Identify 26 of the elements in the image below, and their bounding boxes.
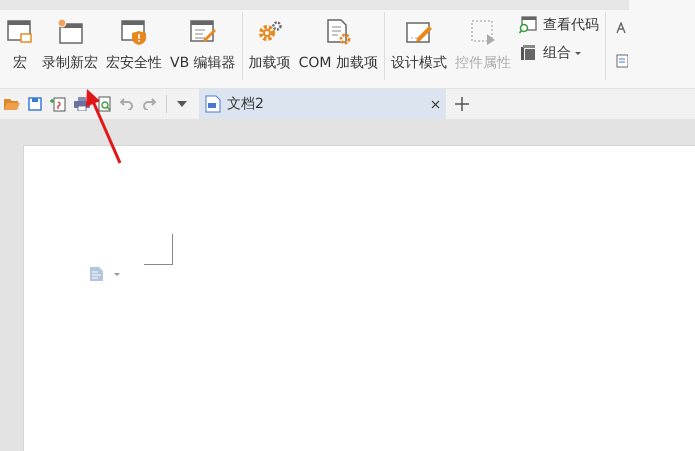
ribbon-button[interactable]: VB 编辑器 [166, 12, 240, 80]
save-icon[interactable] [28, 97, 42, 111]
group-icon [518, 44, 537, 62]
print-preview-icon[interactable] [98, 96, 112, 112]
ribbon-button[interactable]: 设计模式 [386, 12, 451, 80]
dropdown-caret-icon[interactable] [177, 101, 187, 107]
ribbon-button[interactable]: 查看代码 [518, 16, 599, 34]
shield-window-icon [120, 18, 148, 46]
close-icon[interactable] [431, 100, 440, 108]
margin-corner-mark [144, 234, 173, 265]
ribbon-button[interactable]: 录制新宏 [38, 12, 102, 80]
ribbon-button[interactable]: 加载项 [244, 12, 295, 80]
code-window-icon [518, 16, 537, 34]
ribbon-button[interactable]: 宏 [2, 12, 38, 80]
ribbon-button[interactable]: 宏安全性 [102, 12, 166, 80]
window-icon [6, 18, 34, 46]
ribbon-button[interactable]: 组合 [518, 44, 599, 62]
selection-icon [468, 18, 497, 46]
record-window-icon [56, 18, 84, 46]
new-tab-plus-icon[interactable] [454, 96, 470, 112]
document-tab[interactable]: 文档2 [199, 89, 446, 119]
document-icon [205, 95, 221, 113]
form-icon[interactable] [616, 54, 628, 68]
export-pdf-icon[interactable] [50, 96, 66, 112]
ribbon-button[interactable]: COM 加载项 [294, 12, 382, 80]
caret-icon [574, 52, 581, 54]
